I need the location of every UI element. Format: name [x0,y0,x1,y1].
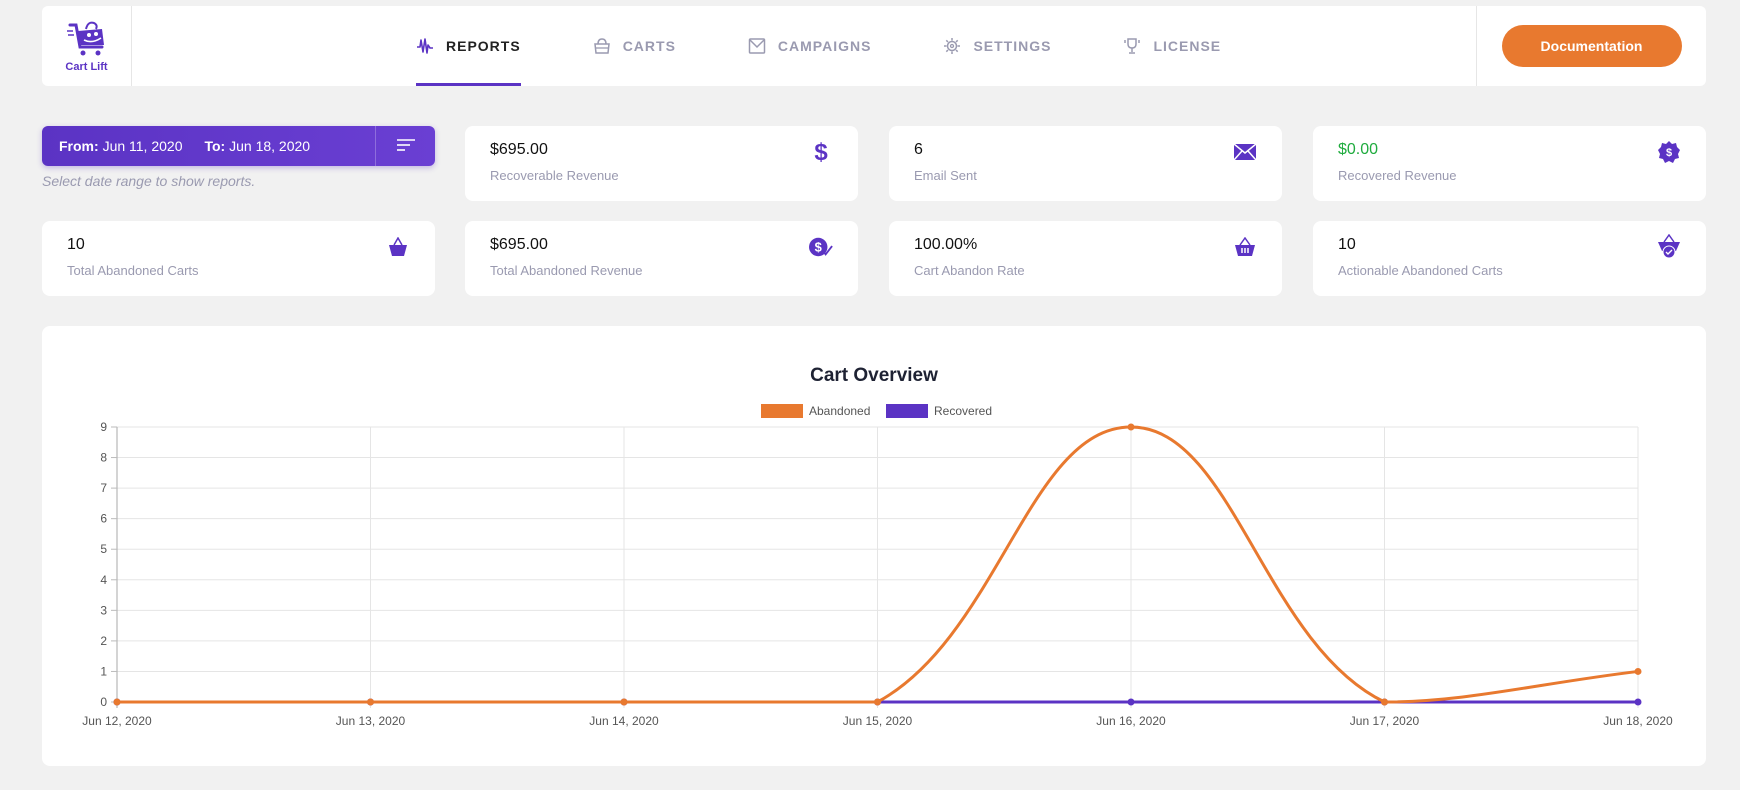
date-range-hint: Select date range to show reports. [42,173,256,189]
tab-reports[interactable]: REPORTS [416,6,521,86]
data-point [1127,698,1135,706]
data-point [620,698,628,706]
stat-value: $695.00 [490,141,548,158]
cart-overview-chart: Cart Overview Abandoned Recovered 0 1 2 3 4 5 6… [82,365,1673,728]
mail-icon [748,38,766,54]
stat-label: Email Sent [914,168,977,183]
stat-value: $695.00 [490,236,548,253]
pulse-icon [417,38,433,54]
cart-logo-icon [66,21,104,56]
legend-label: Abandoned [809,404,870,418]
y-tick-label: 3 [100,603,107,617]
top-navbar: Cart Lift REPORTS CARTS CAMPAIGNS SETTIN… [42,6,1706,86]
tab-settings[interactable]: SETTINGS [943,6,1051,86]
stat-card-actionable-abandoned-carts: 10 Actionable Abandoned Carts [1313,221,1706,296]
svg-text:$: $ [1666,147,1672,159]
stat-label: Recovered Revenue [1338,168,1457,183]
y-tick-label: 4 [100,573,107,587]
y-tick-label: 7 [100,481,107,495]
main-nav: REPORTS CARTS CAMPAIGNS SETTINGS LICENSE [416,6,1293,86]
chart-title: Cart Overview [810,365,938,386]
y-tick-label: 5 [100,542,107,556]
tab-license-label: LICENSE [1153,38,1222,54]
basket-rate-icon [1233,235,1257,259]
filter-button[interactable] [375,126,435,166]
stat-value: $0.00 [1338,141,1379,158]
trophy-icon [1124,38,1141,54]
tab-campaigns-label: CAMPAIGNS [777,38,872,54]
stat-label: Total Abandoned Revenue [490,263,643,278]
date-range-picker[interactable]: From: Jun 11, 2020 To: Jun 18, 2020 [42,126,435,166]
tab-carts[interactable]: CARTS [593,6,676,86]
legend-swatch [886,404,928,418]
stat-card-recovered-revenue: $0.00 Recovered Revenue $ [1313,126,1706,201]
tab-campaigns[interactable]: CAMPAIGNS [748,6,872,86]
from-date: From: Jun 11, 2020 [59,138,183,154]
cart-overview-chart-card: Cart Overview Abandoned Recovered 0 1 2 3 4 5 6… [42,326,1706,766]
stat-label: Recoverable Revenue [490,168,619,183]
tab-carts-label: CARTS [622,38,676,54]
stat-card-recoverable-revenue: $695.00 Recoverable Revenue $ [465,126,858,201]
y-tick-label: 8 [100,451,107,465]
svg-text:$: $ [814,140,828,164]
legend-swatch [761,404,803,418]
x-tick-label: Jun 17, 2020 [1350,714,1420,728]
data-point [1634,667,1642,675]
gear-icon [944,38,961,54]
documentation-button[interactable]: Documentation [1501,25,1682,67]
dollar-badge-icon: $ [1657,140,1681,164]
x-tick-label: Jun 18, 2020 [1603,714,1673,728]
envelope-icon [1233,140,1257,164]
chart-legend: Abandoned Recovered [761,404,992,418]
tab-reports-label: REPORTS [446,38,521,54]
svg-text:$: $ [815,240,822,255]
stat-value: 6 [914,141,923,158]
stat-label: Actionable Abandoned Carts [1338,263,1503,278]
data-point [1634,698,1642,706]
y-tick-label: 0 [100,695,107,709]
app-name: Cart Lift [65,61,108,73]
y-tick-label: 2 [100,634,107,648]
date-range-input[interactable]: From: Jun 11, 2020 To: Jun 18, 2020 [42,138,375,154]
y-tick-label: 9 [100,420,107,434]
stat-label: Total Abandoned Carts [67,263,199,278]
tab-license[interactable]: LICENSE [1123,6,1221,86]
tab-settings-label: SETTINGS [973,38,1052,54]
x-tick-label: Jun 14, 2020 [589,714,659,728]
basket-icon [593,38,610,54]
y-tick-label: 6 [100,512,107,526]
x-tick-label: Jun 13, 2020 [336,714,406,728]
stat-value: 10 [67,236,85,253]
data-point [1381,698,1388,706]
stat-value: 10 [1338,236,1356,253]
filter-lines-icon [396,139,415,151]
data-point [1127,423,1135,431]
stat-card-total-abandoned-carts: 10 Total Abandoned Carts [42,221,435,296]
stat-value: 100.00% [914,236,978,253]
x-tick-label: Jun 12, 2020 [82,714,152,728]
dollar-icon: $ [809,140,833,164]
data-point [367,698,374,706]
documentation-area: Documentation [1476,6,1706,86]
dollar-check-icon: $ [809,235,833,259]
x-tick-label: Jun 15, 2020 [843,714,913,728]
chart-grid [116,426,1639,708]
stat-label: Cart Abandon Rate [914,263,1025,278]
y-tick-label: 1 [100,664,107,678]
data-point [113,698,121,706]
x-tick-label: Jun 16, 2020 [1096,714,1166,728]
stat-card-cart-abandon-rate: 100.00% Cart Abandon Rate [889,221,1282,296]
data-point [874,698,881,706]
app-logo[interactable]: Cart Lift [42,6,132,86]
basket-check-icon [1657,234,1681,259]
basket-icon [386,235,410,259]
to-date: To: Jun 18, 2020 [204,138,311,154]
stat-card-total-abandoned-revenue: $695.00 Total Abandoned Revenue $ [465,221,858,296]
stat-card-email-sent: 6 Email Sent [889,126,1282,201]
legend-label: Recovered [934,404,992,418]
